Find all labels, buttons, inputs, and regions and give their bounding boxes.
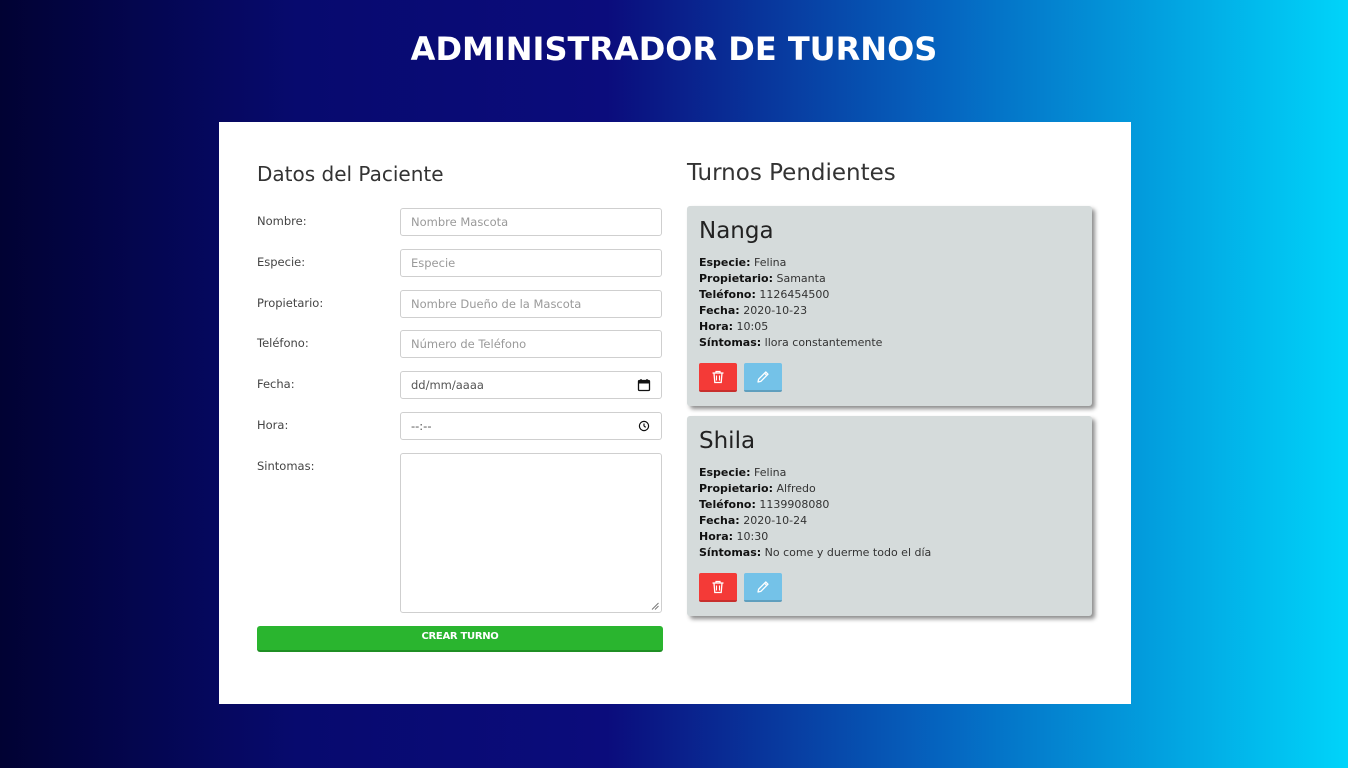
propietario-key: Propietario: bbox=[699, 272, 773, 285]
hora-input[interactable]: --:-- bbox=[400, 412, 662, 440]
especie-key: Especie: bbox=[699, 256, 751, 269]
nombre-placeholder: Nombre Mascota bbox=[411, 215, 509, 229]
propietario-value: Alfredo bbox=[776, 482, 816, 495]
nombre-label: Nombre: bbox=[257, 214, 307, 228]
appointment-details: Especie: Felina Propietario: Alfredo Tel… bbox=[699, 465, 931, 561]
appointment-card: Nanga Especie: Felina Propietario: Saman… bbox=[687, 206, 1092, 406]
hora-key: Hora: bbox=[699, 320, 734, 333]
hora-value: 10:30 bbox=[736, 530, 769, 543]
fecha-input[interactable]: dd/mm/aaaa bbox=[400, 371, 662, 399]
telefono-key: Teléfono: bbox=[699, 288, 756, 301]
field-row-telefono: Teléfono: Número de Teléfono bbox=[257, 330, 663, 358]
telefono-value: 1139908080 bbox=[759, 498, 830, 511]
create-appointment-button[interactable]: CREAR TURNO bbox=[257, 626, 663, 652]
field-row-nombre: Nombre: Nombre Mascota bbox=[257, 208, 663, 236]
telefono-input[interactable]: Número de Teléfono bbox=[400, 330, 662, 358]
pet-name: Shila bbox=[699, 428, 756, 454]
pencil-icon bbox=[757, 371, 769, 383]
appointment-card: Shila Especie: Felina Propietario: Alfre… bbox=[687, 416, 1092, 616]
pencil-icon bbox=[757, 581, 769, 593]
fecha-value: 2020-10-24 bbox=[743, 514, 808, 527]
field-row-hora: Hora: --:-- bbox=[257, 412, 663, 440]
propietario-value: Samanta bbox=[776, 272, 826, 285]
especie-label: Especie: bbox=[257, 255, 306, 269]
fecha-value: 2020-10-23 bbox=[743, 304, 808, 317]
fecha-key: Fecha: bbox=[699, 304, 740, 317]
clock-icon[interactable] bbox=[637, 419, 651, 433]
propietario-placeholder: Nombre Dueño de la Mascota bbox=[411, 297, 582, 311]
hora-key: Hora: bbox=[699, 530, 734, 543]
edit-button[interactable] bbox=[744, 573, 782, 602]
especie-value: Felina bbox=[754, 466, 787, 479]
pet-name: Nanga bbox=[699, 218, 774, 244]
fecha-placeholder: dd/mm/aaaa bbox=[411, 378, 484, 392]
patient-form: Datos del Paciente Nombre: Nombre Mascot… bbox=[257, 162, 663, 652]
delete-button[interactable] bbox=[699, 363, 737, 392]
resize-grip-icon[interactable] bbox=[651, 602, 659, 610]
nombre-input[interactable]: Nombre Mascota bbox=[400, 208, 662, 236]
edit-button[interactable] bbox=[744, 363, 782, 392]
appointments-list: Turnos Pendientes Nanga Especie: Felina … bbox=[687, 160, 1093, 616]
telefono-placeholder: Número de Teléfono bbox=[411, 337, 527, 351]
trash-icon bbox=[712, 580, 724, 594]
main-panel: Datos del Paciente Nombre: Nombre Mascot… bbox=[219, 122, 1131, 704]
telefono-label: Teléfono: bbox=[257, 336, 309, 350]
especie-value: Felina bbox=[754, 256, 787, 269]
fecha-key: Fecha: bbox=[699, 514, 740, 527]
field-row-sintomas: Sintomas: bbox=[257, 453, 663, 613]
sintomas-label: Sintomas: bbox=[257, 459, 315, 473]
hora-placeholder: --:-- bbox=[411, 419, 432, 433]
calendar-icon[interactable] bbox=[637, 378, 651, 392]
trash-icon bbox=[712, 370, 724, 384]
delete-button[interactable] bbox=[699, 573, 737, 602]
especie-key: Especie: bbox=[699, 466, 751, 479]
sintomas-key: Síntomas: bbox=[699, 336, 762, 349]
especie-input[interactable]: Especie bbox=[400, 249, 662, 277]
telefono-key: Teléfono: bbox=[699, 498, 756, 511]
hora-value: 10:05 bbox=[736, 320, 769, 333]
appointment-details: Especie: Felina Propietario: Samanta Tel… bbox=[699, 255, 882, 351]
field-row-fecha: Fecha: dd/mm/aaaa bbox=[257, 371, 663, 399]
field-row-especie: Especie: Especie bbox=[257, 249, 663, 277]
propietario-key: Propietario: bbox=[699, 482, 773, 495]
sintomas-value: llora constantemente bbox=[764, 336, 883, 349]
propietario-input[interactable]: Nombre Dueño de la Mascota bbox=[400, 290, 662, 318]
form-title: Datos del Paciente bbox=[257, 162, 444, 186]
especie-placeholder: Especie bbox=[411, 256, 456, 270]
appointments-title: Turnos Pendientes bbox=[687, 160, 896, 186]
propietario-label: Propietario: bbox=[257, 296, 324, 310]
sintomas-textarea[interactable] bbox=[400, 453, 662, 613]
telefono-value: 1126454500 bbox=[759, 288, 830, 301]
page-title: ADMINISTRADOR DE TURNOS bbox=[410, 30, 938, 68]
sintomas-key: Síntomas: bbox=[699, 546, 762, 559]
field-row-propietario: Propietario: Nombre Dueño de la Mascota bbox=[257, 290, 663, 318]
sintomas-value: No come y duerme todo el día bbox=[764, 546, 932, 559]
fecha-label: Fecha: bbox=[257, 377, 295, 391]
hora-label: Hora: bbox=[257, 418, 289, 432]
